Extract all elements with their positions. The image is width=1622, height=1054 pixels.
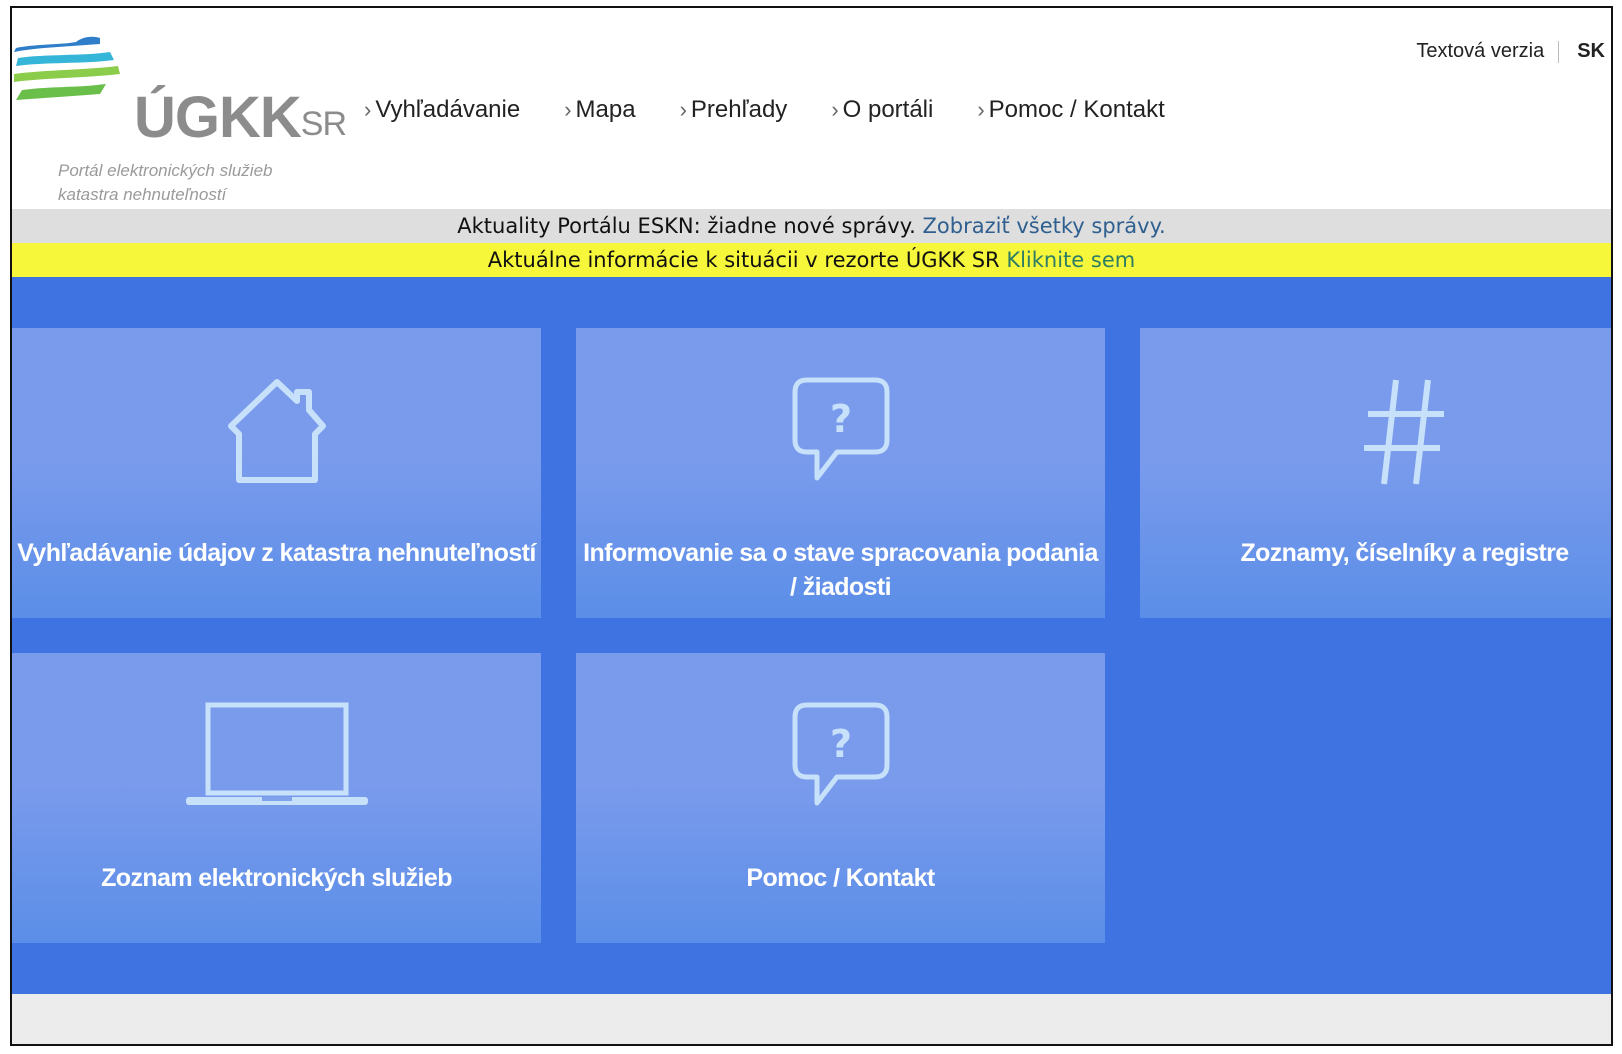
nav-item-label: Pomoc / Kontakt xyxy=(988,96,1165,123)
language-switch[interactable]: SK xyxy=(1577,40,1605,63)
chevron-right-icon: › xyxy=(977,97,985,122)
tile-label: Zoznamy, číselníky a registre xyxy=(1240,539,1569,567)
nav-item-label: Vyhľadávanie xyxy=(375,96,521,123)
laptop-icon xyxy=(185,702,368,805)
nav-item-label: Prehľady xyxy=(690,96,788,123)
nav-item-o-portali[interactable]: › O portáli xyxy=(831,96,933,124)
alert-click-here-link[interactable]: Kliknite sem xyxy=(1006,248,1135,272)
main-nav: › Vyhľadávanie › Mapa › Prehľady › O portáli… xyxy=(364,96,1209,124)
footer-strip xyxy=(12,994,1611,1044)
svg-text:?: ? xyxy=(829,397,851,441)
nav-item-label: Mapa xyxy=(575,96,636,123)
chevron-right-icon: › xyxy=(679,97,687,122)
nav-item-label: O portáli xyxy=(842,96,934,123)
tile-submission-status[interactable]: ? Informovanie sa o stave spracovania po… xyxy=(576,328,1105,618)
nav-item-mapa[interactable]: › Mapa xyxy=(564,96,635,124)
tile-label: Zoznam elektronických služieb xyxy=(101,864,452,892)
divider xyxy=(1558,40,1560,63)
question-bubble-icon: ? xyxy=(792,702,889,806)
services-tiles: Vyhľadávanie údajov z katastra nehnuteľn… xyxy=(12,277,1611,994)
tile-label: Vyhľadávanie údajov z katastra nehnuteľn… xyxy=(17,539,536,567)
chevron-right-icon: › xyxy=(564,97,572,122)
alert-text: Aktuálne informácie k situácii v rezorte… xyxy=(487,248,1000,272)
browser-frame: ÚGKKSR Portál elektronických služieb kat… xyxy=(10,6,1613,1046)
tile-help-contact[interactable]: ? Pomoc / Kontakt xyxy=(576,653,1105,943)
tagline-line-1: Portál elektronických služieb xyxy=(58,161,273,180)
header-utilities: Textová verzia SK xyxy=(1416,40,1605,63)
tile-lists-registers[interactable]: Zoznamy, číselníky a registre xyxy=(1140,328,1611,618)
nav-item-pomoc-kontakt[interactable]: › Pomoc / Kontakt xyxy=(977,96,1164,124)
house-icon xyxy=(227,379,326,483)
chevron-right-icon: › xyxy=(364,97,372,122)
logo-wordmark: ÚGKKSR xyxy=(134,85,347,150)
tile-label: Pomoc / Kontakt xyxy=(746,864,935,892)
svg-text:?: ? xyxy=(829,722,851,766)
tile-search-cadastre[interactable]: Vyhľadávanie údajov z katastra nehnuteľn… xyxy=(12,328,541,618)
hash-icon xyxy=(1363,379,1444,485)
logo-suffix: SR xyxy=(300,105,347,143)
nav-item-vyhladavanie[interactable]: › Vyhľadávanie xyxy=(364,96,520,124)
text-version-link[interactable]: Textová verzia xyxy=(1416,40,1544,63)
site-header: ÚGKKSR Portál elektronických služieb kat… xyxy=(12,8,1611,216)
show-all-news-link[interactable]: Zobraziť všetky správy. xyxy=(923,214,1166,238)
question-bubble-icon: ? xyxy=(792,377,889,481)
tile-electronic-services[interactable]: Zoznam elektronických služieb xyxy=(12,653,541,943)
news-text: Aktuality Portálu ESKN: žiadne nové sprá… xyxy=(457,214,916,238)
logo-stripes-icon xyxy=(14,36,120,100)
tile-label: Informovanie sa o stave spracovania poda… xyxy=(583,539,1098,601)
chevron-right-icon: › xyxy=(831,97,839,122)
alert-bar: Aktuálne informácie k situácii v rezorte… xyxy=(12,243,1611,277)
logo-tagline: Portál elektronických služieb katastra n… xyxy=(58,159,338,207)
news-bar: Aktuality Portálu ESKN: žiadne nové sprá… xyxy=(12,209,1611,243)
tagline-line-2: katastra nehnuteľností xyxy=(58,185,227,204)
ugkk-logo[interactable]: ÚGKKSR Portál elektronických služieb kat… xyxy=(14,34,347,204)
nav-item-prehlady[interactable]: › Prehľady xyxy=(680,96,788,124)
